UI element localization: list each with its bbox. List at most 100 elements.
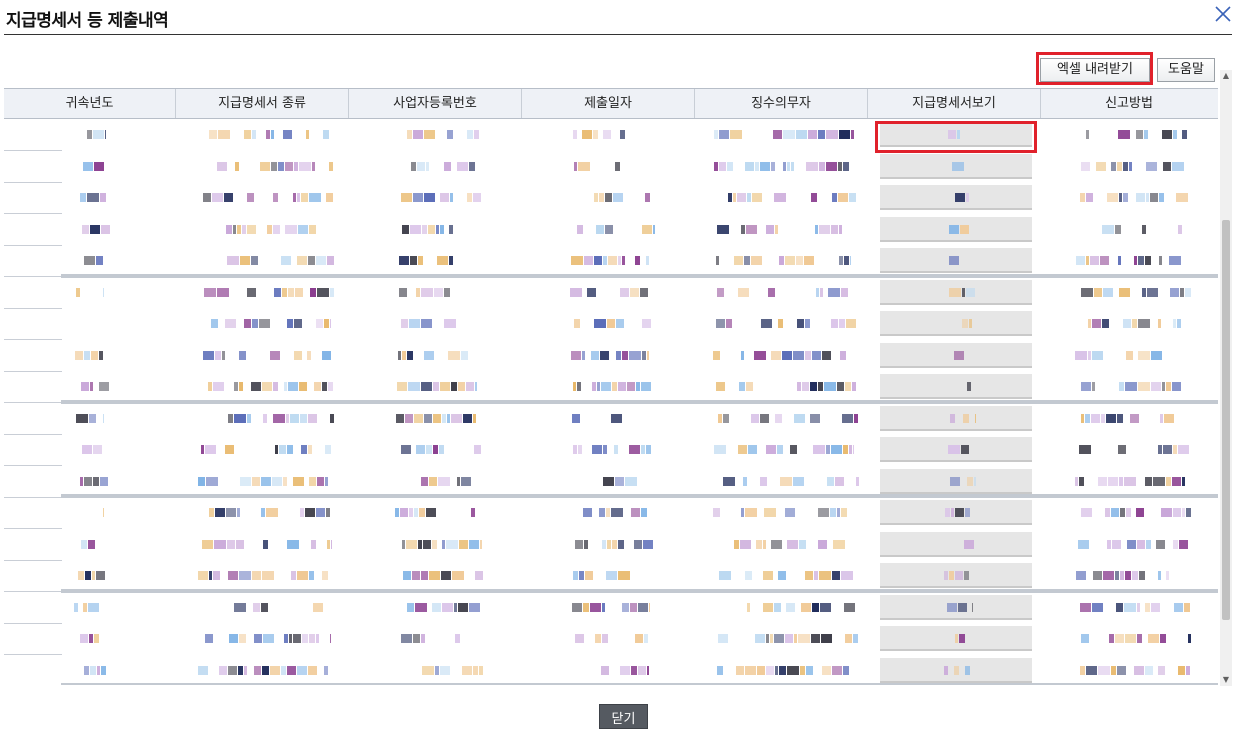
masked-text-fragment bbox=[83, 350, 90, 360]
masked-cell[interactable] bbox=[946, 592, 973, 624]
masked-text-fragment bbox=[414, 413, 424, 423]
col-header-year[interactable]: 귀속년도 bbox=[4, 89, 176, 118]
masked-text-fragment bbox=[424, 350, 435, 360]
masked-text-fragment bbox=[444, 161, 452, 171]
masked-text-fragment bbox=[797, 319, 805, 328]
masked-text-fragment bbox=[957, 602, 967, 612]
masked-text-fragment bbox=[402, 539, 406, 549]
masked-text-fragment bbox=[606, 508, 611, 517]
masked-text-fragment bbox=[613, 445, 618, 454]
masked-cell bbox=[714, 119, 855, 151]
masked-text-fragment bbox=[822, 350, 832, 360]
masked-cell[interactable] bbox=[946, 308, 972, 340]
scroll-down-arrow-icon[interactable]: ▼ bbox=[1220, 674, 1232, 686]
masked-text-fragment bbox=[949, 413, 955, 423]
masked-text-fragment bbox=[246, 193, 254, 202]
masked-cell[interactable] bbox=[945, 340, 971, 372]
masked-text-fragment bbox=[480, 539, 483, 549]
masked-text-fragment bbox=[406, 539, 418, 549]
masked-text-fragment bbox=[790, 445, 798, 454]
masked-cell bbox=[716, 182, 857, 214]
masked-text-fragment bbox=[1102, 287, 1113, 297]
masked-text-fragment bbox=[253, 602, 261, 612]
masked-text-fragment bbox=[786, 539, 798, 549]
masked-text-fragment bbox=[771, 350, 782, 360]
masked-text-fragment bbox=[574, 319, 581, 328]
help-button[interactable]: 도움말 bbox=[1157, 58, 1215, 82]
masked-text-fragment bbox=[1085, 413, 1091, 423]
masked-cell[interactable] bbox=[949, 245, 975, 277]
masked-cell[interactable] bbox=[943, 434, 969, 466]
col-header-view-statement[interactable]: 지급명세서보기 bbox=[868, 89, 1041, 118]
masked-text-fragment bbox=[265, 130, 270, 139]
masked-text-fragment bbox=[812, 602, 820, 612]
masked-text-fragment bbox=[792, 476, 804, 486]
masked-text-fragment bbox=[326, 256, 334, 265]
masked-text-fragment bbox=[224, 445, 234, 454]
masked-cell bbox=[79, 466, 108, 498]
masked-text-fragment bbox=[826, 445, 831, 454]
masked-cell bbox=[78, 655, 107, 686]
grid-scrollbar[interactable]: ▲ ▼ bbox=[1220, 70, 1232, 686]
masked-cell bbox=[715, 592, 856, 624]
col-header-submit-date[interactable]: 제출일자 bbox=[522, 89, 695, 118]
masked-text-fragment bbox=[294, 350, 303, 360]
masked-text-fragment bbox=[227, 665, 237, 675]
masked-text-fragment bbox=[419, 508, 426, 517]
masked-text-fragment bbox=[285, 161, 294, 171]
masked-text-fragment bbox=[446, 539, 459, 549]
masked-cell[interactable] bbox=[949, 403, 976, 435]
masked-text-fragment bbox=[442, 539, 446, 549]
masked-text-fragment bbox=[100, 224, 110, 234]
masked-text-fragment bbox=[1081, 508, 1093, 517]
col-header-statement-type[interactable]: 지급명세서 종류 bbox=[176, 89, 349, 118]
scroll-up-arrow-icon[interactable]: ▲ bbox=[1220, 70, 1232, 82]
masked-cell[interactable] bbox=[947, 623, 973, 655]
masked-text-fragment bbox=[1091, 382, 1095, 391]
masked-cell[interactable] bbox=[949, 529, 975, 561]
masked-text-fragment bbox=[432, 445, 438, 454]
masked-text-fragment bbox=[849, 445, 853, 454]
masked-cell[interactable] bbox=[949, 214, 975, 246]
col-header-withholding-agent[interactable]: 징수의무자 bbox=[695, 89, 868, 118]
masked-text-fragment bbox=[1116, 161, 1122, 171]
masked-text-fragment bbox=[841, 287, 849, 297]
masked-text-fragment bbox=[843, 445, 849, 454]
masked-text-fragment bbox=[618, 256, 622, 265]
masked-cell[interactable] bbox=[944, 560, 970, 592]
masked-text-fragment bbox=[80, 539, 87, 549]
masked-cell bbox=[204, 403, 334, 435]
masked-text-fragment bbox=[197, 571, 208, 580]
close-button[interactable]: 닫기 bbox=[599, 704, 648, 729]
masked-cell[interactable] bbox=[948, 119, 974, 151]
masked-cell[interactable] bbox=[943, 182, 970, 214]
masked-text-fragment bbox=[1142, 224, 1147, 234]
table-row bbox=[4, 151, 1218, 183]
masked-text-fragment bbox=[473, 130, 479, 139]
scroll-thumb[interactable] bbox=[1222, 220, 1230, 620]
masked-cell[interactable] bbox=[949, 277, 976, 309]
masked-text-fragment bbox=[227, 539, 236, 549]
masked-text-fragment bbox=[955, 571, 964, 580]
masked-cell[interactable] bbox=[944, 655, 970, 686]
masked-text-fragment bbox=[1123, 602, 1136, 612]
masked-text-fragment bbox=[211, 319, 219, 328]
masked-text-fragment bbox=[324, 476, 328, 486]
masked-text-fragment bbox=[818, 130, 826, 139]
masked-cell[interactable] bbox=[945, 371, 971, 403]
masked-cell bbox=[1081, 497, 1192, 529]
masked-text-fragment bbox=[457, 382, 465, 391]
masked-text-fragment bbox=[1169, 287, 1179, 297]
excel-download-button[interactable]: 엑셀 내려받기 bbox=[1040, 58, 1150, 82]
masked-text-fragment bbox=[966, 193, 970, 202]
masked-cell[interactable] bbox=[945, 497, 971, 529]
col-header-report-method[interactable]: 신고방법 bbox=[1041, 89, 1217, 118]
masked-text-fragment bbox=[854, 413, 859, 423]
masked-text-fragment bbox=[844, 602, 856, 612]
masked-text-fragment bbox=[296, 256, 307, 265]
col-header-business-number[interactable]: 사업자등록번호 bbox=[349, 89, 522, 118]
masked-text-fragment bbox=[96, 571, 106, 580]
masked-cell[interactable] bbox=[949, 466, 976, 498]
masked-cell[interactable] bbox=[946, 151, 972, 183]
close-icon[interactable] bbox=[1211, 2, 1235, 26]
